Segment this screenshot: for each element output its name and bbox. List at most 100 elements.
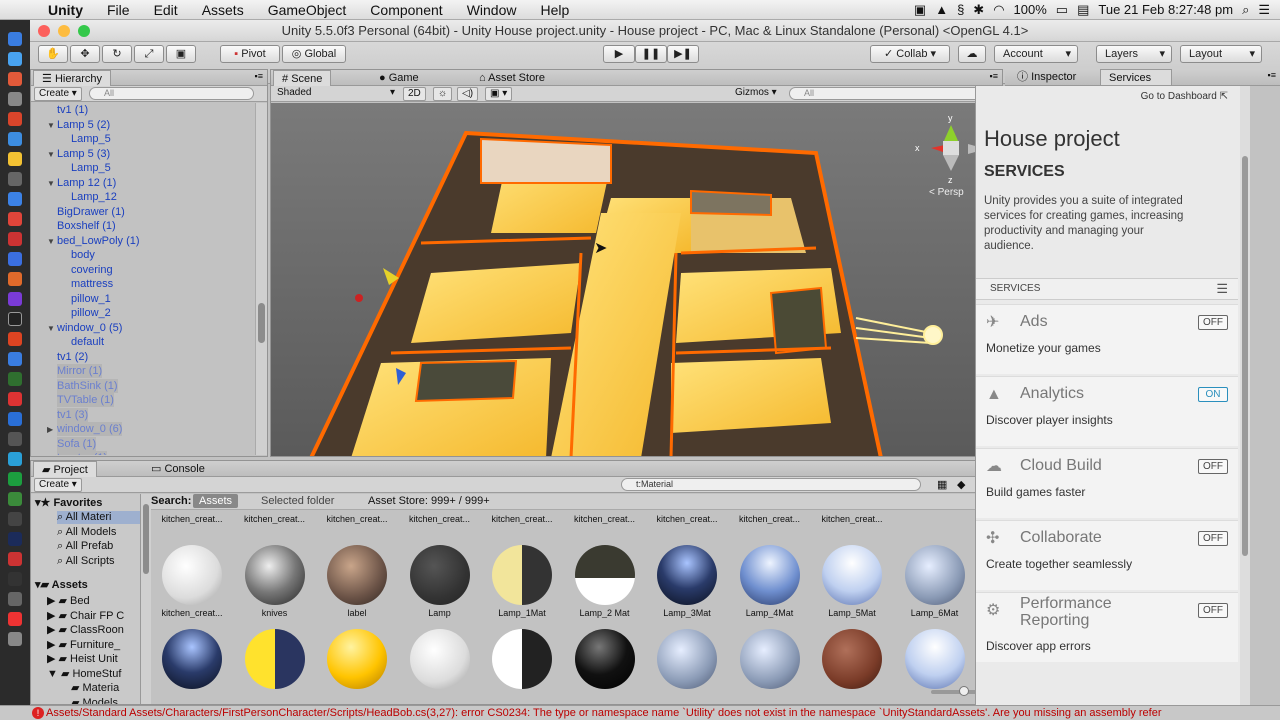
tab-asset-store[interactable]: ⌂ Asset Store xyxy=(471,70,553,86)
folder-item[interactable]: ▼ ▰ HomeStuf xyxy=(47,667,121,680)
directional-light-gizmo[interactable] xyxy=(855,317,943,345)
hierarchy-item[interactable]: tv1 (2) xyxy=(57,350,88,364)
hierarchy-item[interactable]: TVTable (1) xyxy=(57,393,114,407)
collapse-arrow-icon[interactable]: ▼ xyxy=(47,150,55,159)
notification-center-icon[interactable]: ☰ xyxy=(1258,2,1270,18)
material-asset[interactable] xyxy=(483,629,561,689)
service-toggle[interactable]: OFF xyxy=(1198,603,1228,618)
wifi-icon[interactable]: ◠ xyxy=(993,2,1004,18)
material-asset[interactable]: kitchen_creat... xyxy=(153,545,231,618)
scope-assets-button[interactable]: Assets xyxy=(193,494,239,508)
subfolder-item[interactable]: ▰ Materia xyxy=(71,681,119,694)
finder-icon[interactable] xyxy=(8,32,22,46)
menu-component[interactable]: Component xyxy=(358,2,454,18)
app-icon[interactable] xyxy=(8,432,22,446)
menu-gameobject[interactable]: GameObject xyxy=(256,2,359,18)
asset-label[interactable]: kitchen_creat... xyxy=(813,514,891,524)
pause-button[interactable]: ❚❚ xyxy=(635,45,667,63)
folder-item[interactable]: ▶ ▰ ClassRoon xyxy=(47,623,124,636)
collapse-arrow-icon[interactable]: ▼ xyxy=(47,179,55,188)
hierarchy-item[interactable]: Mirror (1) xyxy=(57,364,103,378)
favorite-item[interactable]: ⌕ All Models xyxy=(57,526,116,539)
sync-icon[interactable]: § xyxy=(957,2,964,17)
favorite-item[interactable]: ⌕ All Scripts xyxy=(57,555,115,568)
account-dropdown[interactable]: Account ▾ xyxy=(994,45,1078,63)
menu-file[interactable]: File xyxy=(95,2,142,18)
subfolder-item[interactable]: ▰ Models xyxy=(71,696,118,705)
2d-toggle[interactable]: 2D xyxy=(403,87,426,101)
services-scrollbar[interactable] xyxy=(1240,86,1250,705)
hierarchy-scrollbar[interactable] xyxy=(255,103,267,455)
hand-tool-button[interactable]: ✋ xyxy=(38,45,68,63)
tab-project[interactable]: ▰ Project xyxy=(33,461,97,477)
app-icon[interactable] xyxy=(8,272,22,286)
service-card[interactable]: ☁ Cloud Build Build games faster OFF xyxy=(976,448,1238,518)
house-scene-render[interactable]: ➤ y x z < Persp xyxy=(271,103,1001,457)
service-toggle[interactable]: OFF xyxy=(1198,459,1228,474)
menu-window[interactable]: Window xyxy=(455,2,529,18)
hierarchy-item[interactable]: window_0 (6) xyxy=(57,422,123,436)
scene-search-input[interactable]: All xyxy=(789,87,989,100)
material-asset[interactable] xyxy=(896,629,974,689)
play-button[interactable]: ▶ xyxy=(603,45,635,63)
tab-game[interactable]: ● Game xyxy=(371,70,427,86)
console-status-bar[interactable]: ! Assets/Standard Assets/Characters/Firs… xyxy=(0,705,1280,720)
minimize-window-icon[interactable] xyxy=(58,25,70,37)
app-icon[interactable] xyxy=(8,252,22,266)
project-search-input[interactable]: t:Material xyxy=(621,478,921,491)
material-asset[interactable] xyxy=(813,629,891,689)
app-icon[interactable] xyxy=(8,172,22,186)
app-icon[interactable] xyxy=(8,392,22,406)
material-asset[interactable] xyxy=(648,629,726,689)
app-icon[interactable] xyxy=(8,92,22,106)
layout-dropdown[interactable]: Layout ▾ xyxy=(1180,45,1262,63)
asset-label[interactable]: kitchen_creat... xyxy=(483,514,561,524)
menu-edit[interactable]: Edit xyxy=(142,2,190,18)
tab-scene[interactable]: # Scene xyxy=(273,70,332,86)
collab-dropdown[interactable]: ✓ Collab ▾ xyxy=(870,45,950,63)
filter-label-icon[interactable]: ◆ xyxy=(957,478,965,491)
panel-menu-icon[interactable]: ▪≡ xyxy=(255,71,263,81)
folder-item[interactable]: ▶ ▰ Furniture_ xyxy=(47,638,120,651)
asset-label[interactable]: kitchen_creat... xyxy=(401,514,479,524)
service-card[interactable]: ⚙ Performance Reporting Discover app error… xyxy=(976,592,1238,662)
tab-hierarchy[interactable]: ☰ Hierarchy xyxy=(33,70,112,86)
folder-item[interactable]: ▶ ▰ Chair FP C xyxy=(47,609,124,622)
spotify-icon[interactable] xyxy=(8,472,22,486)
unity-icon[interactable] xyxy=(8,312,22,326)
material-asset[interactable]: Lamp_1Mat xyxy=(483,545,561,618)
material-asset[interactable]: knives xyxy=(236,545,314,618)
favorites-header[interactable]: ▾★ Favorites xyxy=(35,496,102,509)
material-asset[interactable]: Lamp_2 Mat xyxy=(566,545,644,618)
asset-label[interactable]: kitchen_creat... xyxy=(153,514,231,524)
drive-icon[interactable]: ▲ xyxy=(935,2,948,17)
audio-toggle[interactable]: ◁) xyxy=(457,87,479,101)
step-button[interactable]: ▶❚ xyxy=(667,45,699,63)
project-create-button[interactable]: Create ▾ xyxy=(34,478,82,492)
menu-unity[interactable]: Unity xyxy=(36,2,95,18)
material-asset[interactable]: Lamp_3Mat xyxy=(648,545,726,618)
hierarchy-item[interactable]: body xyxy=(71,248,95,262)
app-icon[interactable] xyxy=(8,572,22,586)
hierarchy-item[interactable]: window_0 (5) xyxy=(57,321,122,335)
scroll-thumb[interactable] xyxy=(1242,156,1248,556)
service-toggle[interactable]: OFF xyxy=(1198,315,1228,330)
tree-scrollbar[interactable] xyxy=(141,494,151,704)
service-toggle[interactable]: ON xyxy=(1198,387,1228,402)
hierarchy-item[interactable]: covering xyxy=(71,263,113,277)
panel-menu-icon[interactable]: ▪≡ xyxy=(1268,70,1276,80)
material-asset[interactable]: Lamp xyxy=(401,545,479,618)
scene-viewport[interactable]: ➤ y x z < Persp xyxy=(271,103,1001,457)
hierarchy-item[interactable]: tv1 (3) xyxy=(57,407,89,422)
scroll-thumb[interactable] xyxy=(143,504,149,574)
tab-inspector[interactable]: ⓘ Inspector xyxy=(1009,69,1084,85)
global-toggle[interactable]: ◎ Global xyxy=(282,45,346,63)
hierarchy-item[interactable]: bed_LowPoly (1) xyxy=(57,234,140,248)
go-to-dashboard-link[interactable]: Go to Dashboard ⇱ xyxy=(1141,91,1228,102)
material-asset[interactable]: Lamp_5Mat xyxy=(813,545,891,618)
hamburger-menu-icon[interactable]: ☰ xyxy=(1216,281,1228,297)
service-toggle[interactable]: OFF xyxy=(1198,531,1228,546)
panel-menu-icon[interactable]: ▪≡ xyxy=(990,71,998,81)
rotate-tool-button[interactable]: ↻ xyxy=(102,45,132,63)
launchpad-icon[interactable] xyxy=(8,72,22,86)
